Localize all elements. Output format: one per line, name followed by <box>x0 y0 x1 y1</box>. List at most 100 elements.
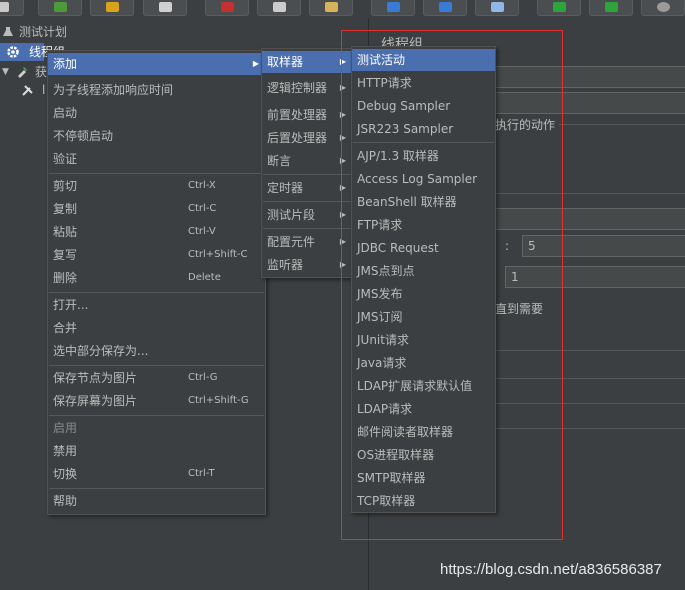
menu-item-debug-sampler[interactable]: Debug Sampler <box>352 95 495 117</box>
tools-icon <box>22 85 33 96</box>
menu-item-config-element[interactable]: 配置元件 ▶ <box>262 231 352 253</box>
menu-item-test-action[interactable]: 测试活动 <box>352 49 495 71</box>
menu-item-jms-publisher[interactable]: JMS发布 <box>352 283 495 305</box>
menu-item-beanshell-sampler[interactable]: BeanShell 取样器 <box>352 191 495 213</box>
cut-icon[interactable] <box>205 0 249 16</box>
menu-item-merge[interactable]: 合并 <box>48 317 265 339</box>
submenu-arrow-icon: ▶ <box>339 133 346 142</box>
name-field[interactable] <box>495 66 685 88</box>
properties-field <box>495 208 685 230</box>
menu-item-ldap-request[interactable]: LDAP请求 <box>352 398 495 420</box>
menu-separator <box>49 292 264 293</box>
menu-item-ajp-sampler[interactable]: AJP/1.3 取样器 <box>352 145 495 167</box>
menu-item-logic-controller[interactable]: 逻辑控制器 ▶ <box>262 77 352 99</box>
menu-item-ftp-request[interactable]: FTP请求 <box>352 214 495 236</box>
menu-item-timer[interactable]: 定时器 ▶ <box>262 177 352 199</box>
start-icon[interactable] <box>537 0 581 16</box>
toggle-icon[interactable] <box>475 0 519 16</box>
menu-item-java-request[interactable]: Java请求 <box>352 352 495 374</box>
menu-item-validate[interactable]: 验证 <box>48 148 265 170</box>
menu-item-http-request[interactable]: HTTP请求 <box>352 72 495 94</box>
divider <box>495 378 685 379</box>
menu-item-smtp-sampler[interactable]: SMTP取样器 <box>352 467 495 489</box>
threads-input[interactable]: 5 <box>522 235 685 257</box>
menu-item-test-fragment[interactable]: 测试片段 ▶ <box>262 204 352 226</box>
expand-icon[interactable] <box>371 0 415 16</box>
menu-item-disable[interactable]: 禁用 <box>48 440 265 462</box>
submenu-arrow-icon: ▶ <box>339 110 346 119</box>
pipette-icon <box>18 67 27 78</box>
menu-separator <box>49 173 264 174</box>
menu-item-delete[interactable]: 删除 Delete <box>48 267 265 289</box>
menu-item-save-node-image[interactable]: 保存节点为图片 Ctrl-G <box>48 367 265 389</box>
menu-item-ldap-extended-request[interactable]: LDAP扩展请求默认值 <box>352 375 495 397</box>
start-no-pause-icon[interactable] <box>589 0 633 16</box>
tree-node-thread-group[interactable]: 线程组 <box>0 43 65 61</box>
menu-item-open[interactable]: 打开... <box>48 294 265 316</box>
menu-item-junit-request[interactable]: JUnit请求 <box>352 329 495 351</box>
menu-item-jms-point-to-point[interactable]: JMS点到点 <box>352 260 495 282</box>
flask-icon <box>3 27 13 36</box>
menu-separator <box>263 201 351 202</box>
menu-item-assertion[interactable]: 断言 ▶ <box>262 150 352 172</box>
sampler-submenu: 测试活动 HTTP请求 Debug Sampler JSR223 Sampler… <box>351 46 496 513</box>
action-label: 执行的动作 <box>495 118 556 132</box>
paste-icon[interactable] <box>309 0 353 16</box>
menu-item-listener[interactable]: 监听器 ▶ <box>262 254 352 276</box>
tree-label-test-plan: 测试计划 <box>19 25 68 39</box>
submenu-arrow-icon: ▶ <box>339 210 346 219</box>
menu-item-mail-reader-sampler[interactable]: 邮件阅读者取样器 <box>352 421 495 443</box>
menu-item-jdbc-request[interactable]: JDBC Request <box>352 237 495 259</box>
menu-item-help[interactable]: 帮助 <box>48 490 265 512</box>
menu-item-save-screen-image[interactable]: 保存屏幕为图片 Ctrl+Shift-G <box>48 390 265 412</box>
menu-item-save-selection[interactable]: 选中部分保存为... <box>48 340 265 362</box>
menu-item-duplicate[interactable]: 复写 Ctrl+Shift-C <box>48 244 265 266</box>
add-submenu: 取样器 ▶ 逻辑控制器 ▶ 前置处理器 ▶ 后置处理器 ▶ 断言 ▶ 定时器 ▶ 测试片段 ▶… <box>261 48 353 278</box>
menu-item-sampler[interactable]: 取样器 ▶ <box>262 51 352 73</box>
menu-item-post-processor[interactable]: 后置处理器 ▶ <box>262 127 352 149</box>
menu-item-os-process-sampler[interactable]: OS进程取样器 <box>352 444 495 466</box>
collapse-icon[interactable] <box>423 0 467 16</box>
menu-item-cut[interactable]: 剪切 Ctrl-X <box>48 175 265 197</box>
templates-icon[interactable] <box>38 0 82 16</box>
open-folder-icon[interactable] <box>90 0 134 16</box>
menu-item-start[interactable]: 启动 <box>48 102 265 124</box>
menu-item-add-response-time[interactable]: 为子线程添加响应时间 <box>48 79 265 101</box>
threads-colon: : <box>505 239 510 253</box>
menu-item-add[interactable]: 添加 ▶ <box>48 53 265 75</box>
menu-item-copy[interactable]: 复制 Ctrl-C <box>48 198 265 220</box>
submenu-arrow-icon: ▶ <box>339 237 346 246</box>
menu-separator <box>49 365 264 366</box>
tree-label-child-1: 获 <box>35 65 48 79</box>
divider <box>495 193 685 194</box>
menu-item-toggle[interactable]: 切换 Ctrl-T <box>48 463 265 485</box>
submenu-arrow-icon: ▶ <box>339 83 346 92</box>
menu-item-paste[interactable]: 粘贴 Ctrl-V <box>48 221 265 243</box>
expand-arrow-icon: ▼ <box>2 67 9 77</box>
save-icon[interactable] <box>143 0 187 16</box>
submenu-arrow-icon: ▶ <box>339 183 346 192</box>
menu-item-pre-processor[interactable]: 前置处理器 ▶ <box>262 104 352 126</box>
menu-item-tcp-sampler[interactable]: TCP取样器 <box>352 490 495 512</box>
stop-icon[interactable] <box>641 0 685 16</box>
watermark-text: https://blog.csdn.net/a836586387 <box>440 561 662 578</box>
tree-label-child-2: l <box>42 83 46 97</box>
gear-icon <box>7 46 19 58</box>
divider <box>495 428 685 429</box>
divider <box>495 403 685 404</box>
context-menu: 添加 ▶ 为子线程添加响应时间 启动 不停顿启动 验证 剪切 Ctrl-X 复制 Ct… <box>47 50 266 515</box>
copy-icon[interactable] <box>257 0 301 16</box>
menu-separator <box>49 415 264 416</box>
new-file-icon[interactable] <box>0 0 24 16</box>
menu-separator <box>263 228 351 229</box>
menu-item-enable: 启用 <box>53 421 78 435</box>
menu-item-access-log-sampler[interactable]: Access Log Sampler <box>352 168 495 190</box>
menu-item-jms-subscriber[interactable]: JMS订阅 <box>352 306 495 328</box>
toolbar <box>0 0 685 18</box>
ramp-up-input[interactable]: 1 <box>505 266 685 288</box>
comments-field[interactable] <box>495 92 685 114</box>
menu-item-jsr223-sampler[interactable]: JSR223 Sampler <box>352 118 495 140</box>
menu-item-start-no-pause[interactable]: 不停顿启动 <box>48 125 265 147</box>
submenu-arrow-icon: ▶ <box>252 59 259 68</box>
menu-separator <box>353 142 494 143</box>
